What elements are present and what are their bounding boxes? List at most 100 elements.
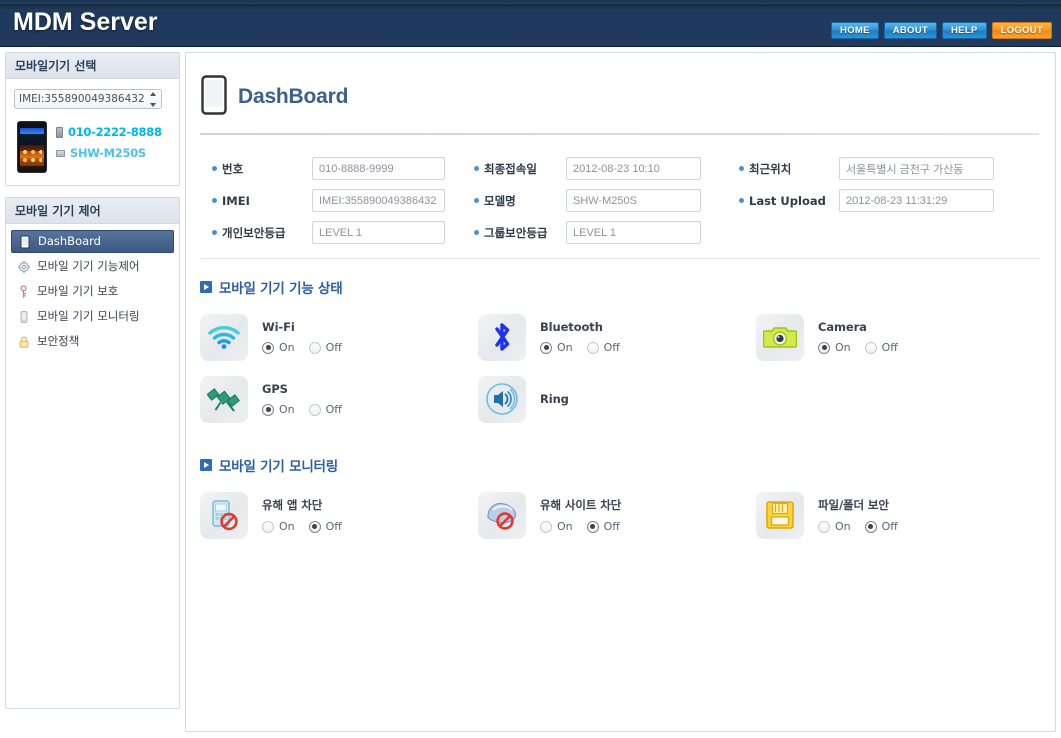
radio-off-gps[interactable]: Off [308,403,342,416]
radio-button-icon [818,520,830,533]
radio-off-camera[interactable]: Off [864,341,898,354]
device-info-row: 개인보안등급 LEVEL 1 그룹보안등급 LEVEL 1 [212,221,1055,244]
field-value-group-security-level[interactable]: LEVEL 1 [566,221,701,244]
section-header-features: 모바일 기기 기능 상태 [186,259,1055,297]
radio-off-app-block[interactable]: Off [308,520,342,533]
device-control-menu-panel: 모바일 기기 제어 DashBoard 모바일 기기 기능제어 모바일 기기 보… [5,197,180,709]
field-value-recent-location[interactable]: 서울특별시 금천구 가산동 [839,157,994,180]
feature-row: GPS On Off Ring [200,375,1055,423]
feature-name: Wi-Fi [262,320,295,334]
field-value-model[interactable]: SHW-M250S [566,189,701,212]
radio-off-site-block[interactable]: Off [586,520,620,533]
device-imei-select[interactable]: IMEI:355890049386432 [14,89,162,109]
sidebar-item-device-monitoring[interactable]: 모바일 기기 모니터링 [11,305,174,328]
bullet-icon [212,198,217,203]
field-label-text: 최종접속일 [484,161,537,176]
radio-off-file-folder-security[interactable]: Off [864,520,898,533]
radio-label: On [279,403,295,416]
radio-label: Off [325,403,342,416]
feature-bluetooth: Bluetooth On Off [478,313,756,361]
selected-device-card: 010-2222-8888 SHW-M250S [14,121,171,173]
feature-row: Wi-Fi On Off Bluetooth On Off Camera On … [200,313,1055,361]
sidebar-item-security-policy[interactable]: 보안정책 [11,330,174,353]
bullet-icon [474,230,479,235]
field-label-last-upload: Last Upload [739,194,839,208]
bullet-icon [474,198,479,203]
sidebar-item-dashboard[interactable]: DashBoard [11,230,174,253]
radio-on-app-block[interactable]: On [262,520,295,533]
section-marker-icon [200,281,212,293]
device-select-panel-title: 모바일기기 선택 [6,53,179,79]
feature-name: Camera [818,320,867,334]
radio-on-site-block[interactable]: On [540,520,573,533]
radio-label: On [835,520,851,533]
feature-ring: Ring [478,375,756,423]
field-label-text: 그룹보안등급 [484,225,548,240]
model-box-icon [56,149,65,157]
feature-toggle-group: On Off [262,341,342,354]
monitoring-row: 유해 앱 차단 On Off 유해 사이트 차단 On Off 파일/폴더 보안… [200,491,1055,539]
radio-button-icon [540,520,552,533]
top-nav-buttons: HOME ABOUT HELP LOGOUT [831,22,1052,39]
bullet-icon [739,166,744,171]
field-label-last-connect: 최종접속일 [474,161,566,177]
feature-name: Bluetooth [540,320,603,334]
field-value-imei[interactable]: IMEI:355890049386432 [312,189,445,212]
radio-on-bluetooth[interactable]: On [540,341,573,354]
spinner-arrows-icon[interactable] [148,92,157,107]
phone-thumbnail-image [17,121,47,173]
radio-button-icon [262,403,274,416]
radio-button-icon [308,341,321,354]
app-brand-title: MDM Server [13,8,158,36]
radio-off-bluetooth[interactable]: Off [586,341,620,354]
radio-button-icon [540,341,552,354]
radio-label: On [835,341,851,354]
field-value-personal-security-level[interactable]: LEVEL 1 [312,221,445,244]
monitoring-name: 파일/폴더 보안 [818,498,889,512]
field-label-recent-location: 최근위치 [739,161,839,177]
monitoring-grid: 유해 앱 차단 On Off 유해 사이트 차단 On Off 파일/폴더 보안… [186,475,1055,539]
feature-status-grid: Wi-Fi On Off Bluetooth On Off Camera On … [186,297,1055,423]
site-block-icon [478,491,526,539]
nav-about-button[interactable]: ABOUT [883,22,938,39]
monitoring-name: 유해 사이트 차단 [540,498,622,512]
radio-on-wifi[interactable]: On [262,341,295,354]
sidebar-menu-list: DashBoard 모바일 기기 기능제어 모바일 기기 보호 모바일 기기 모… [6,224,179,353]
radio-on-gps[interactable]: On [262,403,295,416]
feature-name: Ring [540,392,569,406]
monitoring-toggle-group: On Off [818,520,898,533]
radio-button-icon [864,341,877,354]
radio-label: Off [881,341,898,354]
field-value-last-upload[interactable]: 2012-08-23 11:31:29 [839,189,994,212]
radio-label: On [557,520,573,533]
nav-logout-button[interactable]: LOGOUT [991,22,1052,39]
feature-toggle-group: On Off [540,341,620,354]
wifi-icon [200,313,248,361]
key-icon [17,284,31,299]
radio-label: Off [325,520,342,533]
sidebar-item-function-control[interactable]: 모바일 기기 기능제어 [11,255,174,278]
sidebar-item-device-protection[interactable]: 모바일 기기 보호 [11,280,174,303]
sidebar-item-label: 모바일 기기 보호 [37,283,119,298]
field-value-last-connect[interactable]: 2012-08-23 10:10 [566,157,701,180]
field-label-text: 최근위치 [749,161,792,176]
section-header-monitoring: 모바일 기기 모니터링 [186,437,1055,475]
field-value-number[interactable]: 010-8888-9999 [312,157,445,180]
device-model-row: SHW-M250S [56,146,162,160]
radio-on-camera[interactable]: On [818,341,851,354]
dashboard-device-icon [200,75,228,119]
camera-icon [756,313,804,361]
bullet-icon [474,166,479,171]
device-select-panel: 모바일기기 선택 IMEI:355890049386432 010-2222-8… [5,52,180,186]
radio-off-wifi[interactable]: Off [308,341,342,354]
bluetooth-icon [478,313,526,361]
feature-toggle-group: On Off [818,341,898,354]
section-title-monitoring: 모바일 기기 모니터링 [219,459,338,475]
device-icon [18,235,32,249]
nav-home-button[interactable]: HOME [831,22,879,39]
radio-label: On [279,341,295,354]
radio-button-icon [308,403,321,416]
radio-on-file-folder-security[interactable]: On [818,520,851,533]
nav-help-button[interactable]: HELP [942,22,987,39]
field-label-text: 개인보안등급 [222,225,286,240]
